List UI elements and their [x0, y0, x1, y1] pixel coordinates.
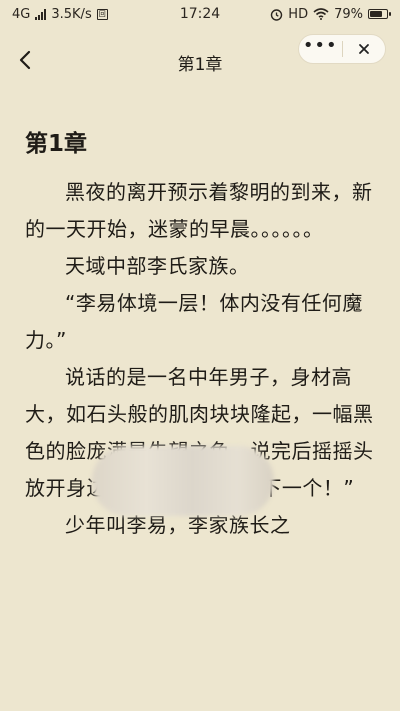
close-button[interactable] [343, 35, 386, 63]
close-icon [358, 44, 369, 54]
chapter-title: 第1章 [25, 131, 88, 157]
data-saver-icon: 回 [96, 8, 108, 20]
battery-icon [368, 9, 391, 19]
battery-percent: 79% [334, 6, 363, 22]
alarm-icon [271, 8, 283, 21]
network-speed: 3.5K/s [51, 6, 92, 22]
network-type: 4G [12, 6, 31, 22]
paragraph: 天域中部李氏家族。 [65, 254, 250, 278]
redaction-blur [92, 446, 274, 516]
paragraph: 黑夜的离开预示着黎明的到来，新的一天开始，迷蒙的早晨。。。。。。 [25, 180, 373, 241]
wifi-icon [313, 8, 329, 20]
status-left: 4G 3.5K/s 回 [12, 7, 108, 22]
mini-program-capsule: ••• [298, 34, 386, 64]
signal-icon [35, 8, 47, 20]
status-right: HD 79% [270, 6, 391, 22]
paragraph: “李易体境一层！体内没有任何魔力。” [25, 291, 363, 352]
clock: 17:24 [179, 6, 221, 22]
more-icon: ••• [302, 34, 338, 56]
nav-header: 第1章 ••• [0, 28, 400, 90]
status-bar: 4G 3.5K/s 回 17:24 HD 79% [0, 0, 400, 28]
hd-badge: HD [288, 6, 309, 22]
more-button[interactable]: ••• [299, 35, 342, 63]
